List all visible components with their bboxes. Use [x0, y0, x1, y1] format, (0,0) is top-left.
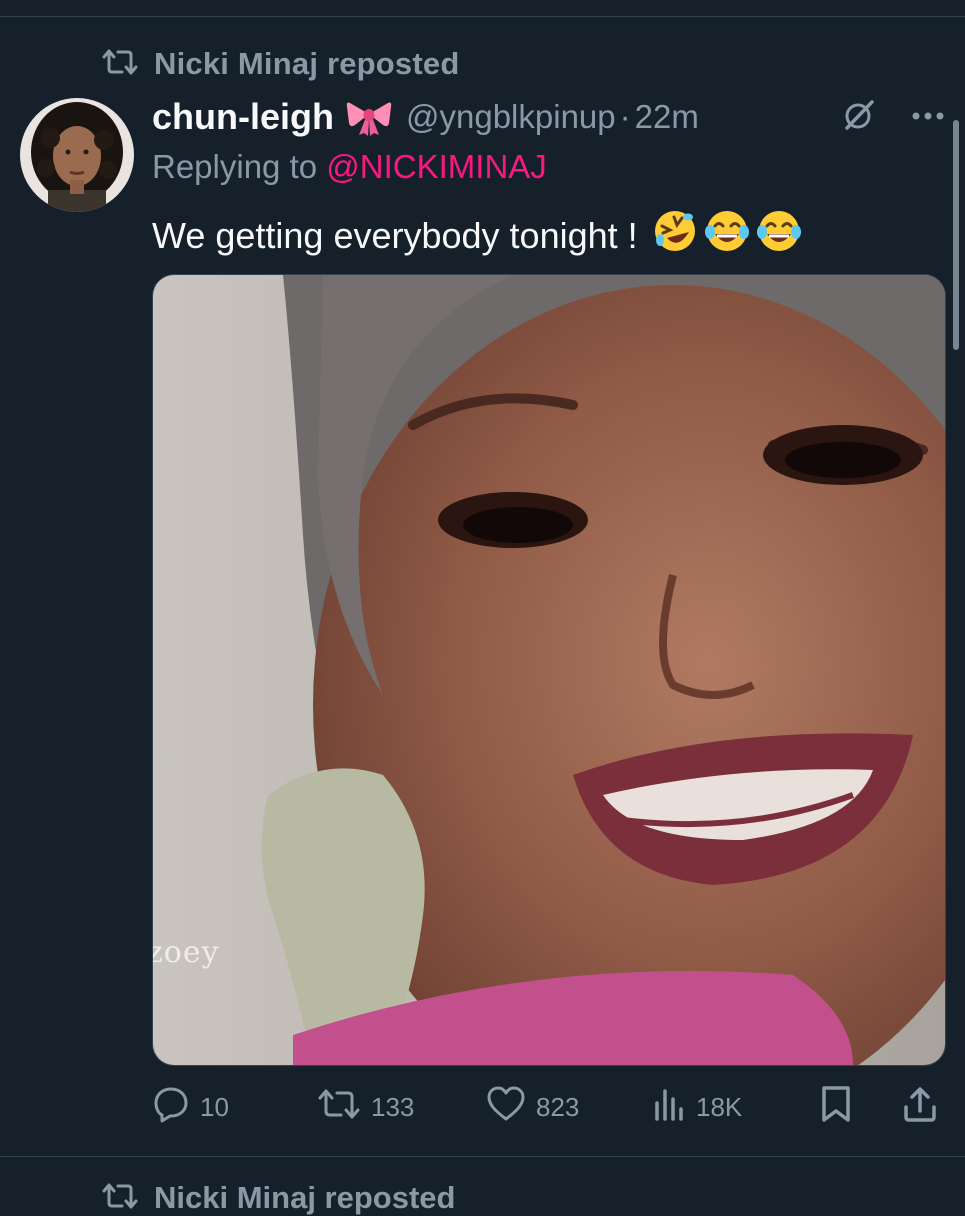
reply-button[interactable]: 10	[152, 1082, 229, 1132]
more-icon[interactable]	[911, 108, 945, 126]
rolling-laughing-emoji	[652, 208, 698, 263]
action-bar: 10 133 823 18K	[152, 1082, 942, 1132]
repost-button[interactable]: 133	[317, 1082, 414, 1132]
tears-of-joy-emoji	[756, 208, 802, 263]
next-repost-label: Nicki Minaj reposted	[154, 1180, 456, 1215]
views-icon	[652, 1087, 686, 1128]
tweet-body: We getting everybody tonight !	[152, 214, 638, 256]
bookmark-icon	[820, 1085, 852, 1130]
repost-icon	[317, 1087, 361, 1128]
media-watermark: zoey	[152, 935, 220, 970]
ribbon-bow-emoji	[346, 97, 392, 137]
views-count: 18K	[696, 1091, 743, 1122]
handle[interactable]: @yngblkpinup	[406, 98, 616, 136]
avatar[interactable]	[20, 98, 134, 212]
replying-to: Replying to @NICKIMINAJ	[152, 148, 547, 186]
tweet-emojis	[652, 208, 802, 263]
scrollbar[interactable]	[953, 120, 959, 350]
reply-icon	[152, 1085, 190, 1130]
replying-mention[interactable]: @NICKIMINAJ	[326, 148, 547, 185]
heart-icon	[486, 1086, 526, 1129]
replying-prefix: Replying to	[152, 148, 318, 185]
grok-icon[interactable]	[841, 97, 877, 138]
tweet-header: chun-leigh @yngblkpinup · 22m	[152, 92, 945, 142]
repost-count: 133	[371, 1091, 415, 1122]
top-divider	[0, 16, 965, 17]
views-button[interactable]: 18K	[652, 1082, 742, 1132]
repost-context[interactable]: Nicki Minaj reposted	[102, 44, 459, 84]
like-count: 823	[536, 1091, 580, 1122]
timestamp[interactable]: 22m	[635, 98, 699, 136]
tweet-divider	[0, 1156, 965, 1157]
separator-dot: ·	[619, 98, 631, 135]
repost-label: Nicki Minaj reposted	[154, 46, 460, 81]
reply-count: 10	[200, 1091, 229, 1122]
bookmark-button[interactable]	[820, 1082, 852, 1132]
tweet-text: We getting everybody tonight !	[152, 208, 802, 263]
tears-of-joy-emoji	[704, 208, 750, 263]
share-icon	[902, 1085, 938, 1130]
display-name[interactable]: chun-leigh	[152, 96, 334, 138]
repost-icon	[102, 1181, 138, 1216]
tweet-media-image[interactable]: zoey	[152, 274, 946, 1066]
like-button[interactable]: 823	[486, 1082, 579, 1132]
share-button[interactable]	[902, 1082, 938, 1132]
next-repost-context[interactable]: Nicki Minaj reposted	[102, 1180, 455, 1216]
repost-icon	[102, 47, 138, 82]
